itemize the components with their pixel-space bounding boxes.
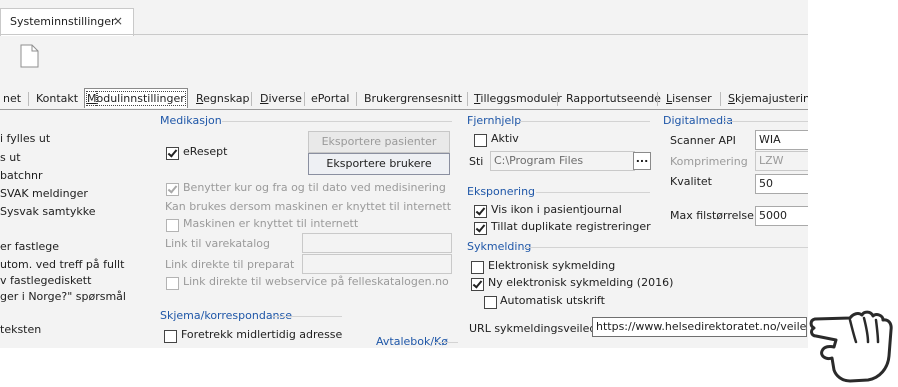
scanner-label: Scanner API — [670, 134, 736, 147]
tab-brukergrensesnitt[interactable]: Brukergrensesnitt — [364, 91, 462, 106]
duplikate-checkbox[interactable] — [474, 222, 487, 235]
internet-info: Kan brukes dersom maskinen er knyttet ti… — [165, 200, 452, 213]
tab-skjemajusteringer[interactable]: Skjemajusteringer — [728, 91, 808, 106]
automatisk-checkbox[interactable] — [484, 296, 497, 309]
automatisk-label: Automatisk utskrift — [500, 294, 605, 307]
ny-sykmelding-label: Ny elektronisk sykmelding (2016) — [488, 276, 674, 289]
left-item: er fastlege — [0, 240, 60, 253]
sti-input[interactable]: C:\Program Files (x86)\Profd — [490, 151, 635, 171]
tab-kontakt[interactable]: Kontakt — [36, 91, 78, 106]
export-patients-button[interactable]: Eksportere pasienter — [308, 131, 450, 153]
tab-rapportutseende[interactable]: Rapportutseende — [566, 91, 661, 106]
elektronisk-label: Elektronisk sykmelding — [488, 259, 616, 272]
sykmelding-group-title: Sykmelding — [467, 240, 532, 253]
varekatalog-label: Link til varekatalog — [165, 237, 270, 250]
kur-label: Benytter kur og fra og til dato ved medi… — [183, 181, 446, 194]
tab-modulinnstillinger[interactable]: Modulinnstillinger — [84, 88, 188, 108]
left-item: Sysvak samtykke — [0, 205, 96, 218]
komprimering-label: Komprimering — [670, 155, 748, 168]
tabs-border — [0, 109, 808, 110]
document-icon[interactable] — [20, 44, 39, 68]
window-tab-title: Systeminnstillinger — [10, 15, 116, 28]
pointing-hand-icon — [809, 310, 893, 383]
tab-lisenser[interactable]: Lisenser — [666, 91, 712, 106]
left-item: i fylles ut — [0, 132, 51, 145]
felleskatalogen-checkbox[interactable] — [166, 277, 179, 290]
internet-label: Maskinen er knyttet til internett — [183, 217, 359, 230]
left-item: s ut — [0, 151, 21, 164]
max-filstorrelse-label: Max filstørrelse — [670, 209, 754, 222]
aktiv-checkbox[interactable] — [474, 134, 487, 147]
vis-ikon-checkbox[interactable] — [474, 205, 487, 218]
tab-regnskap[interactable]: Regnskap — [196, 91, 250, 106]
elektronisk-checkbox[interactable] — [471, 261, 484, 274]
left-item: v fastlegediskett — [0, 274, 92, 287]
kvalitet-input[interactable]: 50 — [755, 174, 808, 194]
eksponering-group-title: Eksponering — [467, 185, 536, 198]
tab-net[interactable]: net — [3, 91, 21, 106]
duplikate-label: Tillat duplikate registreringer — [491, 220, 651, 233]
medikasjon-group-title: Medikasjon — [160, 114, 222, 127]
window-tab[interactable]: Systeminnstillinger × — [0, 8, 134, 36]
settings-window: Systeminnstillinger × net Kontakt Moduli… — [0, 0, 808, 348]
varekatalog-input[interactable] — [302, 233, 452, 253]
max-filstorrelse-input[interactable]: 5000 — [755, 206, 808, 226]
komprimering-input[interactable]: LZW — [755, 151, 808, 171]
scanner-input[interactable]: WIA — [755, 130, 808, 150]
internet-checkbox[interactable] — [166, 219, 179, 232]
kur-checkbox[interactable] — [166, 183, 179, 196]
tab-eportal[interactable]: ePortal — [311, 91, 349, 106]
sti-label: Sti — [469, 155, 484, 168]
eresept-label: eResept — [183, 145, 228, 158]
aktiv-label: Aktiv — [491, 132, 519, 145]
tab-strip-border — [0, 34, 808, 35]
midlertidig-label: Foretrekk midlertidig adresse — [181, 328, 343, 341]
left-item: teksten — [0, 323, 42, 336]
preparat-label: Link direkte til preparat — [165, 258, 295, 271]
fjernhjelp-group-title: Fjernhjelp — [467, 114, 522, 127]
vis-ikon-label: Vis ikon i pasientjournal — [491, 203, 622, 216]
url-input[interactable]: https://www.helsedirektoratet.no/veilede… — [592, 317, 807, 337]
tab-tilleggsmoduler[interactable]: Tilleggsmoduler — [474, 91, 562, 106]
url-label: URL sykmeldingsveileder — [469, 322, 608, 335]
midlertidig-checkbox[interactable] — [164, 330, 177, 343]
kvalitet-label: Kvalitet — [670, 175, 712, 188]
settings-tabs: net Kontakt Modulinnstillinger Regnskap … — [0, 88, 808, 110]
left-item: SVAK meldinger — [0, 187, 88, 200]
tab-diverse[interactable]: Diverse — [260, 91, 302, 106]
export-users-button[interactable]: Eksportere brukere — [308, 153, 450, 175]
ny-sykmelding-checkbox[interactable] — [471, 278, 484, 291]
browse-button[interactable]: ... — [633, 152, 651, 170]
left-item: batchnr — [0, 169, 43, 182]
eresept-checkbox[interactable] — [166, 147, 179, 160]
left-item: utom. ved treff på fullt — [0, 258, 125, 271]
left-item: ger i Norge?" spørsmål — [0, 290, 126, 303]
close-icon[interactable]: × — [113, 14, 123, 28]
preparat-input[interactable] — [302, 254, 452, 274]
felleskatalogen-label: Link direkte til webservice på felleskat… — [183, 275, 449, 288]
